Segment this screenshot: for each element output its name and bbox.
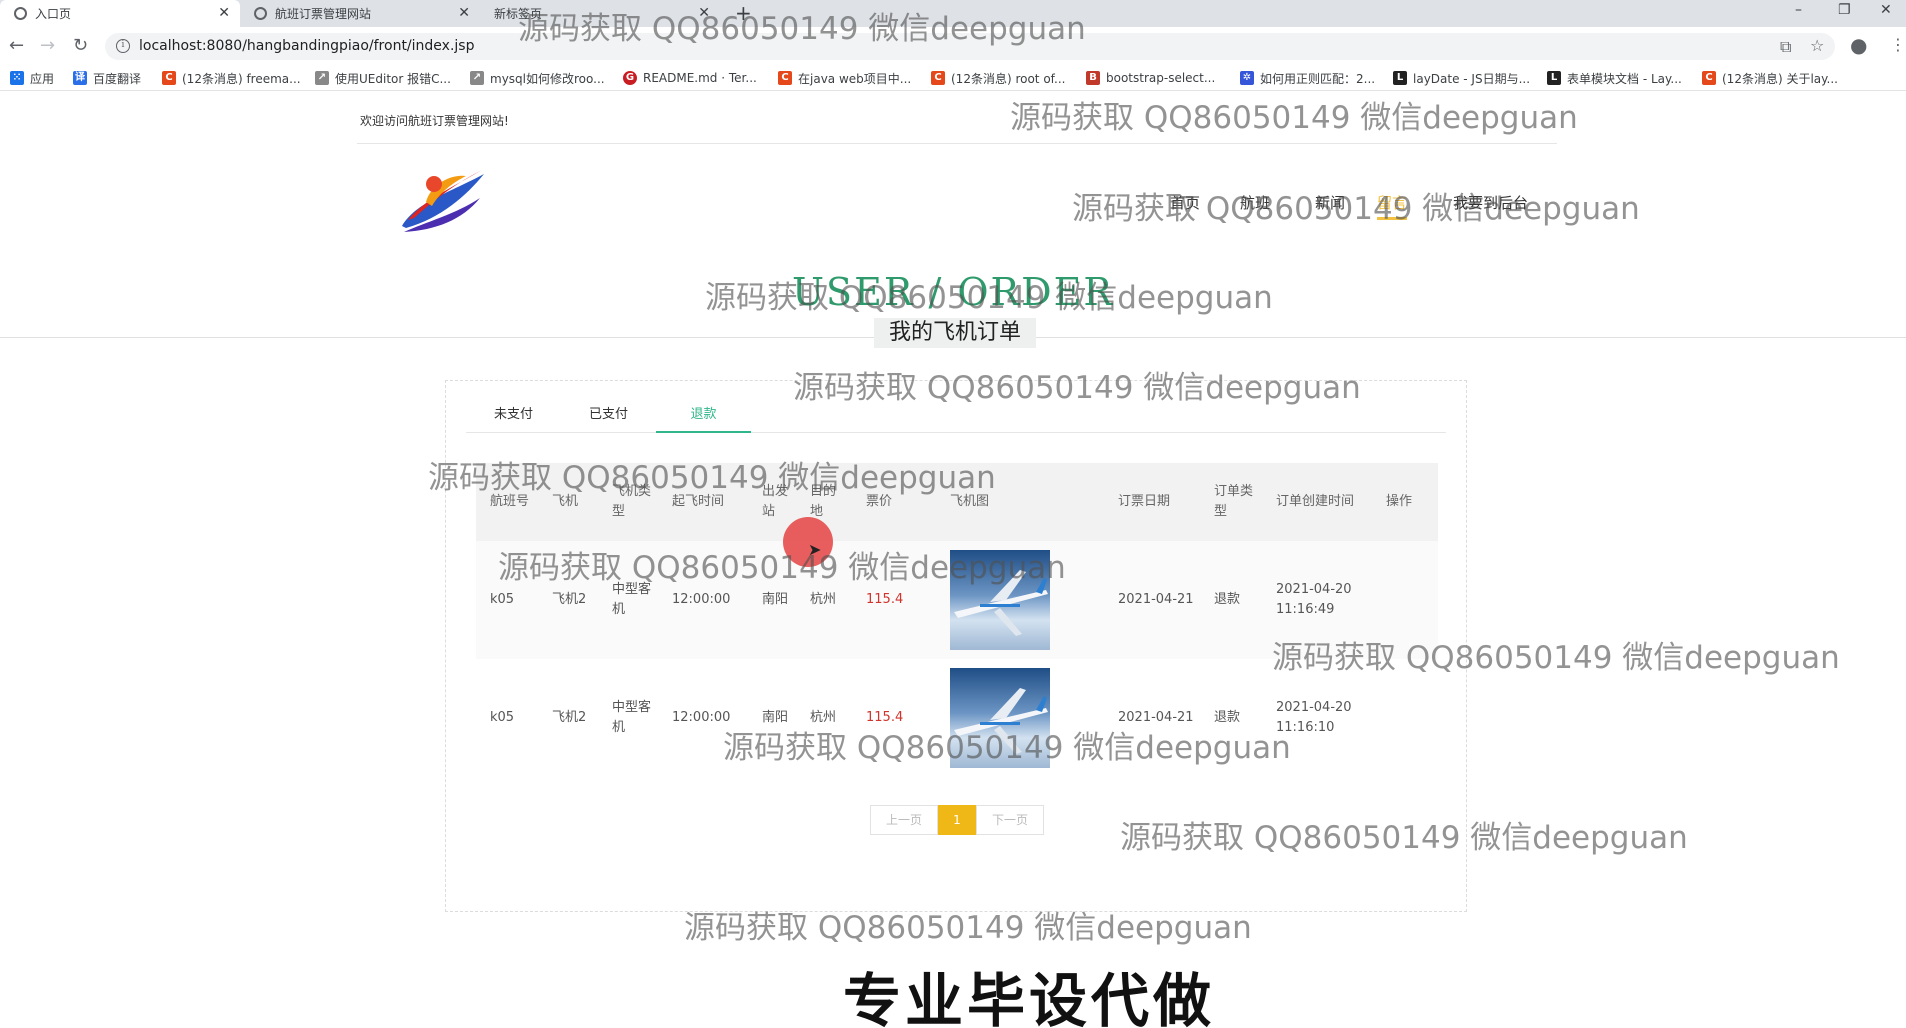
close-window-icon[interactable]: ✕ [1880,2,1892,18]
tab-unpaid[interactable]: 未支付 [466,403,561,433]
header-divider [357,143,1557,144]
cell-plane: 飞机2 [552,710,587,725]
tab-paid[interactable]: 已支付 [561,403,656,433]
tab-title: 入口页 [35,7,72,21]
watermark-text: 源码获取 QQ86050149 微信deepguan [793,370,1361,406]
watermark-text: 源码获取 QQ86050149 微信deepguan [1272,640,1840,676]
watermark-text: 源码获取 QQ86050149 微信deepguan [1120,820,1688,856]
layui-icon: L [1547,71,1561,85]
translate-icon[interactable]: ⧉ [1780,37,1791,57]
bookmark-label: 在java web项目中... [798,71,912,86]
info-icon[interactable]: i [116,39,130,53]
watermark-text: 源码获取 QQ86050149 微信deepguan [498,550,1066,586]
bookmark-item[interactable]: L 表单模块文档 - Lay... [1547,69,1682,87]
welcome-text: 欢迎访问航班订票管理网站! [360,114,509,128]
watermark-text: 源码获取 QQ86050149 微信deepguan [684,910,1252,946]
bookmark-item[interactable]: C (12条消息) 关于lay... [1702,69,1838,87]
layui-icon: L [1393,71,1407,85]
globe-icon [14,7,27,20]
apps-grid-icon: ⁙ [10,71,24,85]
bookmark-label: 使用UEditor 报错C... [335,71,451,86]
site-shield-icon [254,7,267,20]
section-title-cn: 我的飞机订单 [874,318,1036,348]
restore-icon[interactable]: ❐ [1838,2,1851,18]
tab-refund[interactable]: 退款 [656,403,751,433]
bookmark-item[interactable]: C 在java web项目中... [778,69,911,87]
bookmark-item[interactable]: ↗ 使用UEditor 报错C... [315,69,451,87]
watermark-text: 源码获取 QQ86050149 微信deepguan [723,730,1291,766]
column-header: 操作 [1372,463,1438,541]
forward-arrow-icon[interactable]: → [40,35,55,56]
bookmark-label: (12条消息) freema... [182,71,301,86]
bookmarks-bar: ⁙ 应用 译 百度翻译 C (12条消息) freema... ↗ 使用UEdi… [0,65,1906,91]
watermark-text: 源码获取 QQ86050149 微信deepguan [1072,191,1640,227]
bookmark-label: mysql如何修改roo... [490,71,605,86]
gitee-icon: G [623,71,637,85]
bookmark-item[interactable]: ⁙ 应用 [10,69,54,87]
cell-status: 退款 [1200,541,1262,659]
close-tab-icon[interactable]: ✕ [458,5,470,21]
bookmark-label: layDate - JS日期与... [1413,71,1531,86]
zhihu-icon: ✲ [1240,71,1254,85]
watermark-text: 源码获取 QQ86050149 微信deepguan [518,11,1086,47]
bookmark-item[interactable]: G README.md · Ter... [623,69,757,87]
url-text[interactable]: localhost:8080/hangbandingpiao/front/ind… [139,38,474,54]
prev-page-button[interactable]: 上一页 [870,805,938,835]
browser-tab[interactable]: 航班订票管理网站 ✕ [240,0,480,27]
link-icon: ↗ [315,71,329,85]
cell-flight: k05 [490,710,515,725]
bookmark-label: 如何用正则匹配：2... [1260,71,1376,86]
bootstrap-icon: B [1086,71,1100,85]
profile-avatar-icon[interactable]: ● [1850,33,1867,57]
bookmark-label: 应用 [30,71,55,86]
bookmark-label: (12条消息) root of... [951,71,1066,86]
bookmark-item[interactable]: 译 百度翻译 [73,69,141,87]
menu-kebab-icon[interactable]: ⋮ [1890,35,1906,54]
bookmark-star-icon[interactable]: ☆ [1810,36,1824,55]
reload-icon[interactable]: ↻ [73,35,88,56]
csdn-icon: C [1702,71,1716,85]
cell-date: 2021-04-21 [1104,541,1200,659]
bookmark-item[interactable]: C (12条消息) freema... [162,69,301,87]
csdn-icon: C [931,71,945,85]
bookmark-item[interactable]: ↗ mysql如何修改roo... [470,69,605,87]
bookmark-item[interactable]: C (12条消息) root of... [931,69,1065,87]
watermark-text: 源码获取 QQ86050149 微信deepguan [705,280,1273,316]
browser-tab-active[interactable]: 入口页 ✕ [0,0,240,27]
minimize-icon[interactable]: – [1795,2,1802,18]
column-header: 订票日期 [1104,463,1200,541]
bookmark-label: 表单模块文档 - Lay... [1567,71,1682,86]
column-header: 订单类型 [1200,463,1262,541]
bookmark-item[interactable]: B bootstrap-select... [1086,69,1215,87]
bookmark-label: README.md · Ter... [643,71,757,85]
bookmark-label: (12条消息) 关于lay... [1722,71,1838,86]
bookmark-item[interactable]: ✲ 如何用正则匹配：2... [1240,69,1375,87]
link-icon: ↗ [470,71,484,85]
site-logo[interactable] [396,162,488,234]
page-number-button[interactable]: 1 [938,805,976,835]
watermark-text: 源码获取 QQ86050149 微信deepguan [1010,100,1578,136]
column-header: 订单创建时间 [1262,463,1372,541]
pagination: 上一页 1 下一页 [870,805,1044,835]
back-arrow-icon[interactable]: ← [9,35,24,56]
csdn-icon: C [162,71,176,85]
bookmark-label: bootstrap-select... [1106,71,1216,85]
next-page-button[interactable]: 下一页 [976,805,1044,835]
promo-caption: 专业毕设代做 [843,967,1216,1028]
tab-title: 航班订票管理网站 [275,7,372,21]
watermark-text: 源码获取 QQ86050149 微信deepguan [428,460,996,496]
close-tab-icon[interactable]: ✕ [218,5,230,21]
cell-type: 中型客机 [612,700,652,735]
csdn-icon: C [778,71,792,85]
baidu-fanyi-icon: 译 [73,71,87,85]
bookmark-label: 百度翻译 [93,71,142,86]
bookmark-item[interactable]: L layDate - JS日期与... [1393,69,1530,87]
